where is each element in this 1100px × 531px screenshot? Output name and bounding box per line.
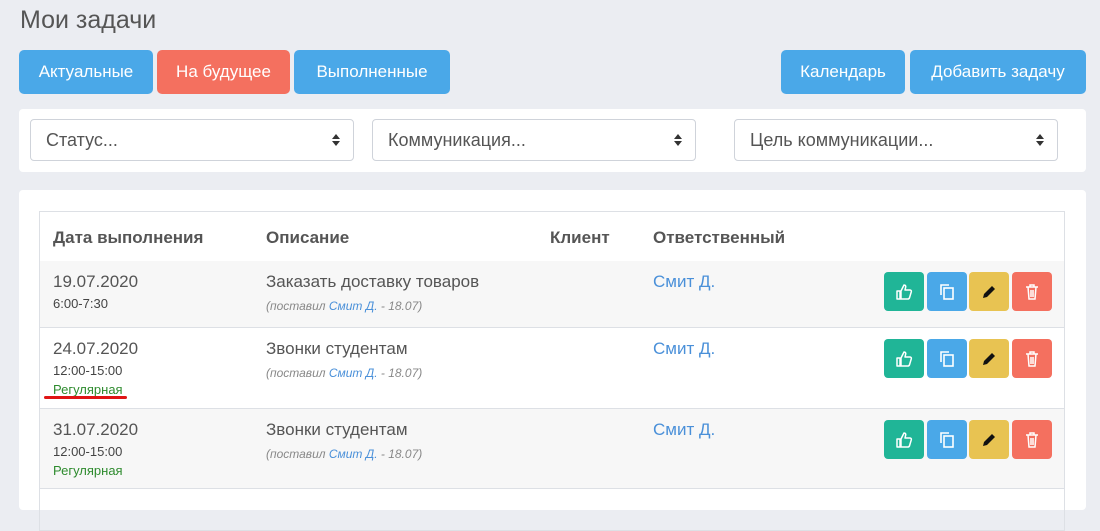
delete-button[interactable] bbox=[1012, 339, 1052, 378]
table-row: 31.07.2020 12:00-15:00 Регулярная Звонки… bbox=[40, 409, 1064, 489]
complete-button[interactable] bbox=[884, 339, 924, 378]
communication-select[interactable]: Коммуникация... bbox=[372, 119, 696, 161]
page-title: Мои задачи bbox=[20, 6, 157, 34]
trash-icon bbox=[1026, 431, 1038, 448]
pencil-icon bbox=[983, 285, 995, 298]
task-description: Звонки студентам bbox=[266, 339, 408, 358]
table-header: Дата выполнения Описание Клиент Ответств… bbox=[40, 212, 1064, 262]
copy-icon bbox=[940, 431, 954, 448]
tasks-panel: Дата выполнения Описание Клиент Ответств… bbox=[19, 190, 1086, 531]
filter-panel: Статус... Коммуникация... Цель коммуника… bbox=[19, 109, 1086, 172]
status-select-label: Статус... bbox=[46, 129, 118, 150]
task-meta-prefix: (поставил bbox=[266, 447, 329, 461]
task-author-link[interactable]: Смит Д. bbox=[329, 299, 378, 313]
tab-current[interactable]: Актуальные bbox=[19, 50, 153, 94]
responsible-link[interactable]: Смит Д. bbox=[653, 272, 715, 292]
task-time: 6:00-7:30 bbox=[53, 296, 108, 311]
copy-button[interactable] bbox=[927, 420, 967, 459]
task-meta: (поставил Смит Д. - 18.07) bbox=[266, 447, 422, 461]
complete-button[interactable] bbox=[884, 272, 924, 311]
thumbs-up-icon bbox=[896, 283, 913, 300]
pencil-icon bbox=[983, 433, 995, 446]
edit-button[interactable] bbox=[969, 272, 1009, 311]
regular-badge: Регулярная bbox=[53, 382, 123, 397]
responsible-link[interactable]: Смит Д. bbox=[653, 339, 715, 359]
task-date: 24.07.2020 bbox=[53, 339, 139, 358]
table-row: 24.07.2020 12:00-15:00 Регулярная Звонки… bbox=[40, 328, 1064, 409]
tab-future[interactable]: На будущее bbox=[157, 50, 290, 94]
sort-caret-icon bbox=[332, 134, 340, 146]
status-select[interactable]: Статус... bbox=[30, 119, 354, 161]
task-author-link[interactable]: Смит Д. bbox=[329, 366, 378, 380]
header-description: Описание bbox=[266, 228, 350, 247]
complete-button[interactable] bbox=[884, 420, 924, 459]
thumbs-up-icon bbox=[896, 350, 913, 367]
header-date: Дата выполнения bbox=[53, 228, 204, 247]
task-meta-prefix: (поставил bbox=[266, 366, 329, 380]
task-author-link[interactable]: Смит Д. bbox=[329, 447, 378, 461]
task-date: 19.07.2020 bbox=[53, 272, 139, 291]
task-description: Заказать доставку товаров bbox=[266, 272, 480, 291]
table-row: 19.07.2020 6:00-7:30 Заказать доставку т… bbox=[40, 261, 1064, 328]
communication-goal-select-label: Цель коммуникации... bbox=[750, 129, 934, 150]
copy-button[interactable] bbox=[927, 339, 967, 378]
tab-completed[interactable]: Выполненные bbox=[294, 50, 450, 94]
task-meta: (поставил Смит Д. - 18.07) bbox=[266, 299, 422, 313]
header-client: Клиент bbox=[550, 228, 610, 247]
edit-button[interactable] bbox=[969, 420, 1009, 459]
sort-caret-icon bbox=[1036, 134, 1044, 146]
copy-icon bbox=[940, 283, 954, 300]
copy-button[interactable] bbox=[927, 272, 967, 311]
regular-badge: Регулярная bbox=[53, 463, 123, 478]
communication-goal-select[interactable]: Цель коммуникации... bbox=[734, 119, 1058, 161]
edit-button[interactable] bbox=[969, 339, 1009, 378]
tasks-table: Дата выполнения Описание Клиент Ответств… bbox=[39, 211, 1065, 531]
pencil-icon bbox=[983, 352, 995, 365]
annotation-underline bbox=[44, 396, 127, 399]
task-meta-suffix: - 18.07) bbox=[377, 447, 423, 461]
calendar-button[interactable]: Календарь bbox=[781, 50, 905, 94]
communication-select-label: Коммуникация... bbox=[388, 129, 526, 150]
task-meta-suffix: - 18.07) bbox=[377, 299, 423, 313]
task-time: 12:00-15:00 bbox=[53, 363, 123, 378]
task-meta-prefix: (поставил bbox=[266, 299, 329, 313]
task-date: 31.07.2020 bbox=[53, 420, 139, 439]
thumbs-up-icon bbox=[896, 431, 913, 448]
delete-button[interactable] bbox=[1012, 272, 1052, 311]
sort-caret-icon bbox=[674, 134, 682, 146]
trash-icon bbox=[1026, 283, 1038, 300]
responsible-link[interactable]: Смит Д. bbox=[653, 420, 715, 440]
task-meta-suffix: - 18.07) bbox=[377, 366, 423, 380]
header-responsible: Ответственный bbox=[653, 228, 786, 247]
trash-icon bbox=[1026, 350, 1038, 367]
delete-button[interactable] bbox=[1012, 420, 1052, 459]
add-task-button[interactable]: Добавить задачу bbox=[910, 50, 1086, 94]
task-time: 12:00-15:00 bbox=[53, 444, 123, 459]
task-description: Звонки студентам bbox=[266, 420, 408, 439]
task-meta: (поставил Смит Д. - 18.07) bbox=[266, 366, 422, 380]
copy-icon bbox=[940, 350, 954, 367]
